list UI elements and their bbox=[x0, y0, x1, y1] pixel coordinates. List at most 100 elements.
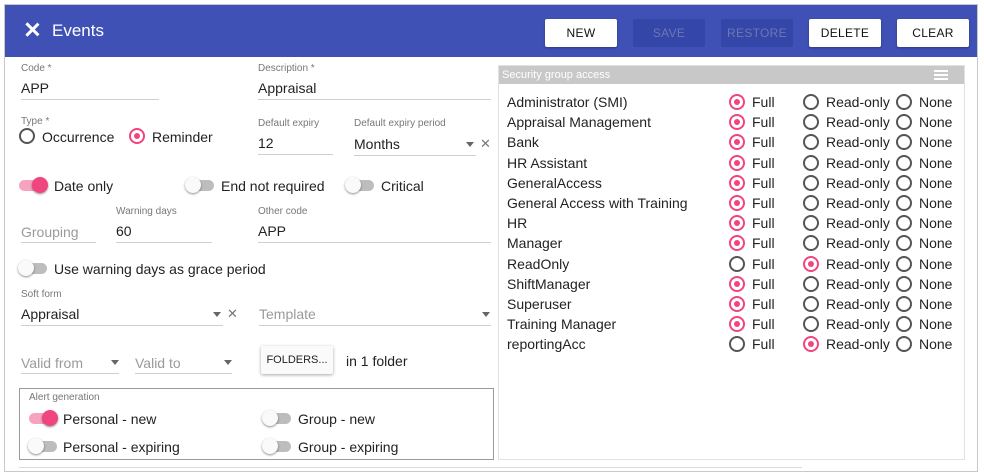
clear-icon[interactable]: ✕ bbox=[227, 306, 238, 322]
access-none-radio[interactable] bbox=[896, 195, 912, 211]
security-group-name: ShiftManager bbox=[507, 275, 591, 292]
chevron-down-icon[interactable] bbox=[213, 312, 221, 317]
access-none-radio[interactable] bbox=[896, 316, 912, 333]
access-full-label: Full bbox=[752, 255, 775, 272]
access-none-label: None bbox=[919, 154, 953, 171]
security-group-name: Bank bbox=[507, 134, 539, 151]
access-read-only-radio[interactable] bbox=[803, 114, 819, 131]
access-read-only-label: Read-only bbox=[826, 255, 890, 272]
access-full-radio[interactable] bbox=[729, 235, 745, 252]
personal-new-label: Personal - new bbox=[63, 411, 157, 427]
description-label: Description * bbox=[258, 63, 315, 74]
personal-new-toggle[interactable] bbox=[29, 410, 58, 426]
access-read-only-label: Read-only bbox=[826, 195, 890, 211]
access-none-radio[interactable] bbox=[896, 154, 912, 171]
soft-form-select[interactable]: Appraisal bbox=[21, 306, 79, 322]
access-none-radio[interactable] bbox=[896, 255, 912, 272]
access-full-radio[interactable] bbox=[729, 174, 745, 191]
restore-button[interactable]: RESTORE bbox=[721, 19, 793, 47]
delete-button[interactable]: DELETE bbox=[809, 19, 881, 47]
access-read-only-radio[interactable] bbox=[803, 215, 819, 232]
access-full-radio[interactable] bbox=[729, 275, 745, 292]
new-button[interactable]: NEW bbox=[545, 19, 617, 47]
alert-generation-title: Alert generation bbox=[29, 392, 100, 403]
security-group-name: ReadOnly bbox=[507, 255, 570, 272]
menu-icon[interactable] bbox=[934, 70, 948, 80]
personal-expiring-toggle[interactable] bbox=[28, 438, 57, 454]
type-occurrence-radio[interactable] bbox=[19, 128, 35, 144]
access-read-only-radio[interactable] bbox=[803, 255, 819, 272]
chevron-down-icon[interactable] bbox=[224, 360, 232, 365]
access-none-radio[interactable] bbox=[896, 215, 912, 232]
end-not-required-toggle[interactable] bbox=[185, 177, 214, 193]
chevron-down-icon[interactable] bbox=[482, 312, 490, 317]
access-read-only-radio[interactable] bbox=[803, 134, 819, 151]
access-full-radio[interactable] bbox=[729, 195, 745, 211]
access-read-only-radio[interactable] bbox=[803, 235, 819, 252]
description-field[interactable]: Appraisal bbox=[258, 80, 316, 96]
access-full-radio[interactable] bbox=[729, 94, 745, 110]
access-read-only-radio[interactable] bbox=[803, 195, 819, 211]
group-new-label: Group - new bbox=[298, 411, 376, 427]
access-read-only-label: Read-only bbox=[826, 94, 890, 110]
type-reminder-radio[interactable] bbox=[129, 128, 145, 144]
save-button[interactable]: SAVE bbox=[633, 19, 705, 47]
default-expiry-field[interactable]: 12 bbox=[258, 135, 274, 151]
access-full-radio[interactable] bbox=[729, 114, 745, 131]
access-full-radio[interactable] bbox=[729, 336, 745, 353]
type-label: Type * bbox=[21, 116, 50, 127]
default-expiry-period-select[interactable]: Months bbox=[354, 136, 400, 152]
access-none-label: None bbox=[919, 94, 953, 110]
security-group-panel: Security group access Administrator (SMI… bbox=[498, 65, 965, 460]
access-read-only-radio[interactable] bbox=[803, 296, 819, 312]
access-none-radio[interactable] bbox=[896, 275, 912, 292]
access-full-radio[interactable] bbox=[729, 134, 745, 151]
group-expiring-toggle[interactable] bbox=[262, 438, 291, 454]
critical-toggle[interactable] bbox=[345, 177, 374, 193]
access-read-only-radio[interactable] bbox=[803, 316, 819, 333]
access-none-radio[interactable] bbox=[896, 134, 912, 151]
chevron-down-icon[interactable] bbox=[466, 142, 474, 147]
chevron-down-icon[interactable] bbox=[111, 360, 119, 365]
access-read-only-label: Read-only bbox=[826, 316, 890, 333]
access-read-only-radio[interactable] bbox=[803, 275, 819, 292]
other-code-field[interactable]: APP bbox=[258, 223, 286, 239]
access-full-radio[interactable] bbox=[729, 316, 745, 333]
access-read-only-radio[interactable] bbox=[803, 174, 819, 191]
access-none-radio[interactable] bbox=[896, 296, 912, 312]
access-full-label: Full bbox=[752, 114, 775, 131]
close-icon[interactable] bbox=[21, 19, 43, 41]
access-full-radio[interactable] bbox=[729, 296, 745, 312]
access-full-radio[interactable] bbox=[729, 154, 745, 171]
access-none-radio[interactable] bbox=[896, 336, 912, 353]
access-read-only-radio[interactable] bbox=[803, 154, 819, 171]
group-new-toggle[interactable] bbox=[262, 410, 291, 426]
access-read-only-label: Read-only bbox=[826, 235, 890, 252]
clear-button[interactable]: CLEAR bbox=[897, 19, 969, 47]
access-full-radio[interactable] bbox=[729, 255, 745, 272]
access-full-radio[interactable] bbox=[729, 215, 745, 232]
grace-period-toggle[interactable] bbox=[18, 260, 47, 276]
security-group-name: HR Assistant bbox=[507, 154, 588, 171]
valid-from-underline bbox=[21, 373, 119, 374]
code-field[interactable]: APP bbox=[21, 80, 49, 96]
access-none-radio[interactable] bbox=[896, 114, 912, 131]
access-read-only-radio[interactable] bbox=[803, 336, 819, 353]
warning-days-field[interactable]: 60 bbox=[116, 223, 132, 239]
personal-expiring-label: Personal - expiring bbox=[63, 439, 180, 455]
access-read-only-label: Read-only bbox=[826, 296, 890, 312]
clear-icon[interactable]: ✕ bbox=[480, 136, 491, 152]
access-none-radio[interactable] bbox=[896, 174, 912, 191]
access-read-only-radio[interactable] bbox=[803, 94, 819, 110]
access-none-radio[interactable] bbox=[896, 235, 912, 252]
date-only-toggle[interactable] bbox=[19, 177, 48, 193]
access-none-radio[interactable] bbox=[896, 94, 912, 110]
folders-button[interactable]: FOLDERS... bbox=[261, 346, 333, 374]
end-not-required-label: End not required bbox=[221, 178, 325, 194]
template-select[interactable]: Template bbox=[259, 306, 316, 322]
valid-to-field[interactable]: Valid to bbox=[135, 355, 181, 371]
grouping-field[interactable]: Grouping bbox=[21, 224, 79, 240]
valid-from-field[interactable]: Valid from bbox=[21, 355, 83, 371]
access-full-label: Full bbox=[752, 154, 775, 171]
access-full-label: Full bbox=[752, 275, 775, 292]
